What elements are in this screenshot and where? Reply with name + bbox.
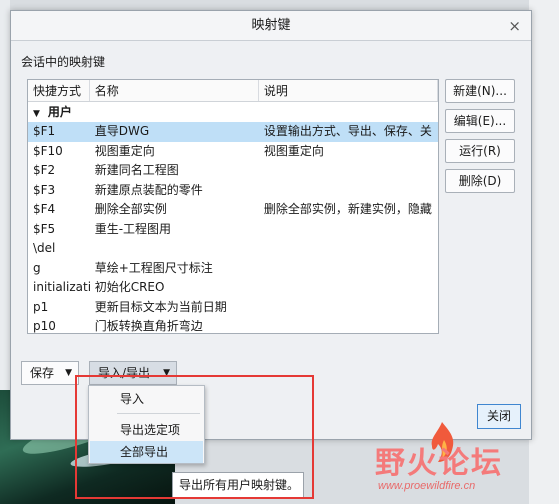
- table-row[interactable]: initialization 初始化CREO: [28, 278, 438, 298]
- import-export-dropdown-button[interactable]: 导入/导出 ▼: [89, 361, 177, 385]
- close-button[interactable]: 关闭: [477, 404, 521, 429]
- dialog-title: 映射键: [251, 18, 291, 33]
- table-row[interactable]: \del: [28, 239, 438, 259]
- collapse-triangle-icon[interactable]: ▼: [33, 109, 40, 119]
- table-row[interactable]: $F3 新建原点装配的零件: [28, 181, 438, 201]
- cell-name: [90, 239, 259, 259]
- menu-item-import[interactable]: 导入: [90, 388, 203, 410]
- group-label: 用户: [47, 105, 72, 119]
- menu-item-export-all[interactable]: 全部导出: [90, 441, 203, 463]
- menu-separator: [117, 413, 200, 414]
- cell-shortcut: $F5: [33, 221, 56, 236]
- chevron-down-icon: ▼: [65, 368, 72, 378]
- cell-description: 删除全部实例，新建实例，隐藏: [263, 202, 432, 216]
- list-header: 快捷方式 名称 说明: [28, 80, 438, 102]
- save-dropdown-button[interactable]: 保存 ▼: [21, 361, 79, 385]
- table-row[interactable]: p10 门板转换直角折弯边: [28, 317, 438, 333]
- cell-description: [259, 181, 438, 201]
- cell-description: [259, 220, 438, 240]
- cell-shortcut: $F3: [33, 182, 56, 197]
- cell-name: 门板转换直角折弯边: [94, 319, 203, 333]
- menu-item-export-selected[interactable]: 导出选定项: [90, 419, 203, 441]
- dialog-titlebar: 映射键 ×: [11, 11, 531, 41]
- cell-description: 视图重定向: [263, 143, 324, 158]
- table-row[interactable]: $F5 重生-工程图用: [28, 220, 438, 240]
- cell-name: 新建原点装配的零件: [94, 182, 203, 197]
- import-export-label: 导入/导出: [98, 366, 151, 380]
- cell-shortcut: $F1: [33, 124, 56, 138]
- cell-description: [259, 161, 438, 181]
- column-header-name[interactable]: 名称: [90, 80, 259, 101]
- cell-shortcut: p1: [33, 299, 49, 314]
- new-button[interactable]: 新建(N)...: [445, 79, 515, 103]
- cell-name: 删除全部实例: [94, 202, 167, 216]
- cell-description: [259, 278, 438, 298]
- mapkeys-dialog: 映射键 × 会话中的映射键 快捷方式 名称 说明 ▼ 用户 $F1 直导DWG 设置输…: [10, 10, 532, 440]
- column-header-shortcut[interactable]: 快捷方式: [28, 80, 90, 101]
- cell-description: [259, 239, 438, 259]
- tooltip: 导出所有用户映射键。: [172, 472, 304, 498]
- cell-shortcut: $F10: [33, 143, 63, 158]
- cell-shortcut: p10: [33, 319, 56, 333]
- save-label: 保存: [30, 366, 55, 380]
- table-row[interactable]: g 草绘+工程图尺寸标注: [28, 259, 438, 279]
- table-row[interactable]: $F1 直导DWG 设置输出方式、导出、保存、关: [28, 122, 438, 142]
- table-row[interactable]: $F4 删除全部实例 删除全部实例，新建实例，隐藏: [28, 200, 438, 220]
- mapkey-list[interactable]: 快捷方式 名称 说明 ▼ 用户 $F1 直导DWG 设置输出方式、导出、保存、关 $F1…: [27, 79, 439, 334]
- cell-shortcut: g: [33, 260, 41, 275]
- table-row[interactable]: $F10 视图重定向 视图重定向: [28, 142, 438, 162]
- watermark-text: 野火论坛: [375, 446, 503, 481]
- background-app-panel: [529, 0, 559, 504]
- import-export-menu: 导入 导出选定项 全部导出: [88, 385, 205, 464]
- cell-shortcut: \del: [33, 241, 56, 255]
- cell-name: 草绘+工程图尺寸标注: [94, 260, 213, 275]
- watermark-url: www.proewildfire.cn: [378, 480, 476, 492]
- cell-name: 重生-工程图用: [94, 221, 172, 236]
- chevron-down-icon: ▼: [163, 368, 170, 378]
- cell-name: 初始化CREO: [94, 280, 165, 294]
- cell-description: 设置输出方式、导出、保存、关: [263, 124, 432, 138]
- edit-button[interactable]: 编辑(E)...: [445, 109, 515, 133]
- cell-shortcut: initialization: [33, 280, 90, 294]
- section-label: 会话中的映射键: [21, 55, 106, 69]
- close-icon[interactable]: ×: [508, 11, 521, 41]
- cell-shortcut: $F2: [33, 163, 56, 177]
- run-button[interactable]: 运行(R): [445, 139, 515, 163]
- column-header-description[interactable]: 说明: [259, 80, 438, 101]
- cell-shortcut: $F4: [33, 202, 56, 216]
- cell-description: [259, 317, 438, 333]
- cell-description: [259, 259, 438, 279]
- delete-button[interactable]: 删除(D): [445, 169, 515, 193]
- cell-name: 直导DWG: [94, 124, 150, 138]
- cell-name: 视图重定向: [94, 143, 155, 158]
- cell-description: [259, 298, 438, 318]
- table-row[interactable]: p1 更新目标文本为当前日期: [28, 298, 438, 318]
- cell-name: 新建同名工程图: [94, 163, 179, 177]
- cell-name: 更新目标文本为当前日期: [94, 299, 227, 314]
- table-row[interactable]: $F2 新建同名工程图: [28, 161, 438, 181]
- group-row-user[interactable]: ▼ 用户: [28, 102, 438, 122]
